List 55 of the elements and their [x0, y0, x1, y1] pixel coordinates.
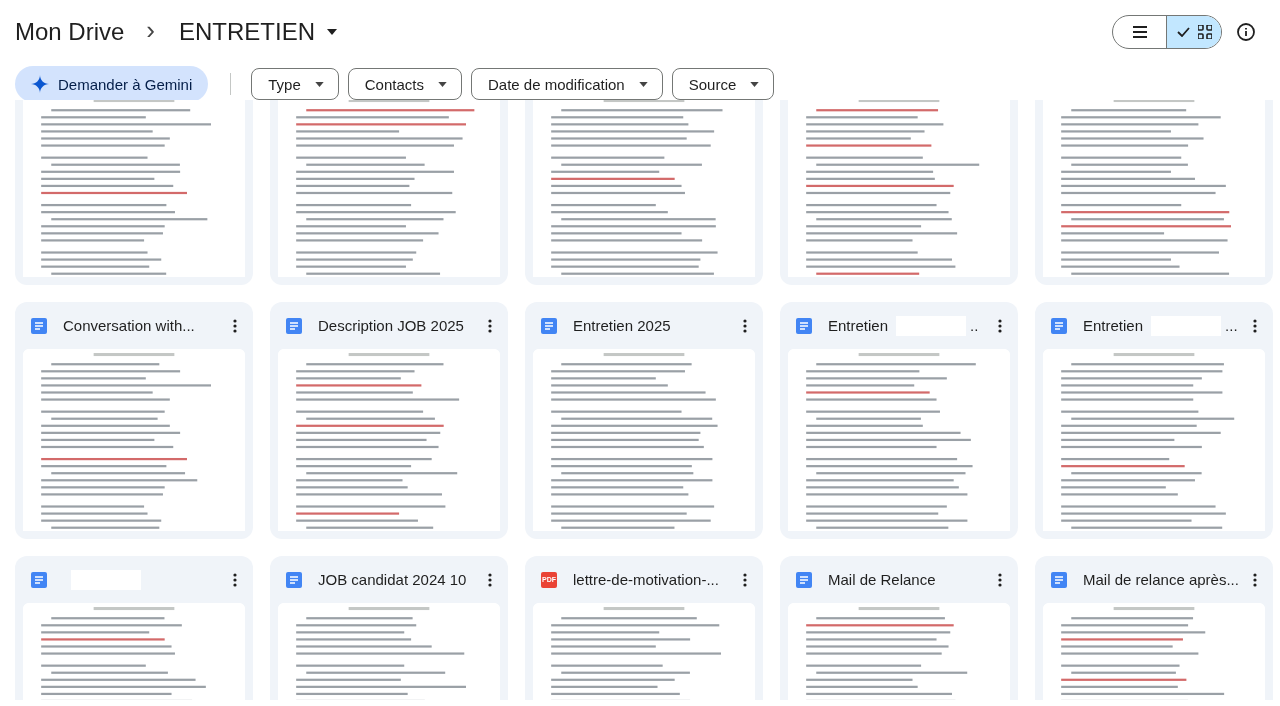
file-card[interactable]: Mail de Relance — [780, 556, 1018, 700]
more-icon[interactable] — [743, 318, 747, 333]
gemini-button[interactable]: Demander à Gemini — [15, 66, 209, 102]
file-card[interactable]: Entretien .. — [780, 302, 1018, 539]
more-icon[interactable] — [998, 318, 1002, 333]
file-name: Mail de Relance — [828, 571, 936, 588]
caret-icon — [638, 81, 648, 87]
pdf-icon — [541, 571, 557, 588]
document-icon — [31, 571, 47, 588]
document-icon — [1051, 317, 1067, 334]
chevron-icon: › — [146, 14, 156, 46]
file-name: JOB candidat 2024 10 — [318, 571, 467, 588]
file-name: Mail de relance après... — [1083, 571, 1239, 588]
file-name: Entretien — [1083, 317, 1144, 334]
info-icon[interactable] — [1236, 22, 1256, 42]
view-toggle[interactable] — [1112, 15, 1222, 49]
caret-icon — [327, 29, 338, 35]
more-icon[interactable] — [1253, 318, 1257, 333]
document-icon — [541, 317, 557, 334]
file-name: Description JOB 2025 — [318, 317, 464, 334]
document-icon — [796, 571, 812, 588]
ellipsis: .. — [970, 317, 979, 334]
caret-icon — [437, 81, 447, 87]
folder-breadcrumb[interactable]: ENTRETIEN — [179, 18, 338, 46]
more-icon[interactable] — [488, 572, 492, 587]
document-icon — [1051, 571, 1067, 588]
file-name: Entretien — [828, 317, 889, 334]
more-icon[interactable] — [488, 318, 492, 333]
file-card[interactable]: Description JOB 2025 — [270, 302, 508, 539]
file-card[interactable]: Entretien ... — [1035, 302, 1273, 539]
file-name: Conversation with... — [63, 317, 195, 334]
more-icon[interactable] — [998, 572, 1002, 587]
document-icon — [796, 317, 812, 334]
caret-icon — [750, 81, 760, 87]
document-icon — [286, 317, 302, 334]
ellipsis: ... — [1225, 317, 1238, 334]
grid-view-button[interactable] — [1167, 16, 1221, 48]
file-card[interactable]: Mail de relance après... — [1035, 556, 1273, 700]
more-icon[interactable] — [233, 572, 237, 587]
caret-icon — [314, 81, 324, 87]
sparkle-icon — [31, 75, 49, 93]
file-name: Entretien 2025 — [573, 317, 671, 334]
file-card[interactable]: Conversation with... — [15, 302, 253, 539]
more-icon[interactable] — [743, 572, 747, 587]
file-card[interactable]: JOB candidat 2024 10 — [270, 556, 508, 700]
document-icon — [31, 317, 47, 334]
file-card[interactable]: Entretien 2025 — [525, 302, 763, 539]
grid-icon — [1197, 25, 1212, 39]
more-icon[interactable] — [1253, 572, 1257, 587]
more-icon[interactable] — [233, 318, 237, 333]
breadcrumb-link[interactable]: Mon Drive — [15, 18, 125, 46]
list-icon — [1132, 26, 1147, 38]
file-name: lettre-de-motivation-... — [573, 571, 719, 588]
document-icon — [286, 571, 302, 588]
check-icon — [1176, 27, 1190, 37]
